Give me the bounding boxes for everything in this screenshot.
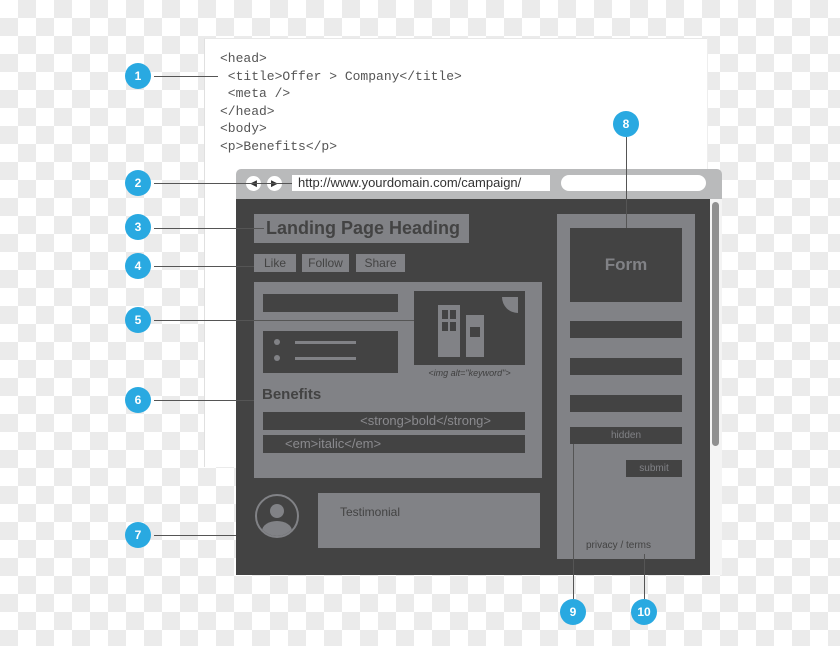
code-line: <head>	[220, 51, 267, 66]
privacy-terms-link[interactable]: privacy / terms	[586, 540, 651, 551]
leader-line-3	[154, 228, 264, 229]
avatar-icon	[255, 494, 299, 538]
bullet-icon	[274, 339, 280, 345]
submit-button[interactable]: submit	[626, 460, 682, 477]
code-line: <meta />	[220, 86, 291, 101]
bullet-line	[295, 357, 356, 360]
leader-line-8	[626, 137, 627, 228]
subheading-bar	[263, 294, 398, 312]
callout-10: 10	[631, 599, 657, 625]
landing-page-heading: Landing Page Heading	[254, 214, 469, 243]
leader-line-10	[644, 554, 645, 599]
like-button[interactable]: Like	[254, 254, 296, 272]
callout-6: 6	[125, 387, 151, 413]
leader-line-6	[154, 400, 254, 401]
code-line: <p>Benefits</p>	[220, 138, 338, 154]
follow-button[interactable]: Follow	[302, 254, 349, 272]
callout-5: 5	[125, 307, 151, 333]
em-text-bar: <em>italic</em>	[263, 435, 525, 453]
leader-line-1	[154, 76, 218, 77]
form-field-3[interactable]	[570, 395, 682, 412]
bullet-icon	[274, 355, 280, 361]
form-title: Form	[570, 228, 682, 302]
bullet-line	[295, 341, 356, 344]
callout-8: 8	[613, 111, 639, 137]
hero-image	[414, 291, 525, 365]
browser-search-box[interactable]	[561, 175, 706, 191]
image-alt-caption: <img alt="keyword">	[428, 368, 511, 378]
leader-line-5	[154, 320, 414, 321]
leader-line-9	[573, 444, 574, 599]
leader-line-7	[154, 535, 236, 536]
hidden-field: hidden	[570, 427, 682, 444]
bullet-list	[263, 331, 398, 373]
leader-line-4	[154, 266, 254, 267]
callout-4: 4	[125, 253, 151, 279]
form-field-2[interactable]	[570, 358, 682, 375]
callout-3: 3	[125, 214, 151, 240]
benefits-heading: Benefits	[262, 386, 322, 403]
code-line: </head>	[220, 103, 275, 119]
code-line: <title>Offer > Company</title>	[220, 68, 462, 84]
testimonial-box: Testimonial	[318, 493, 540, 548]
callout-2: 2	[125, 170, 151, 196]
strong-text-bar: <strong>bold</strong>	[263, 412, 525, 430]
building-icon	[438, 297, 518, 357]
callout-9: 9	[560, 599, 586, 625]
leader-line-2	[154, 183, 292, 184]
code-line: <body>	[220, 121, 267, 136]
callout-7: 7	[125, 522, 151, 548]
scrollbar-thumb[interactable]	[712, 202, 719, 446]
callout-1: 1	[125, 63, 151, 89]
form-field-1[interactable]	[570, 321, 682, 338]
code-snippet: <head> <title>Offer > Company</title> <m…	[220, 50, 462, 155]
url-bar[interactable]: http://www.yourdomain.com/campaign/	[292, 175, 550, 191]
share-button[interactable]: Share	[356, 254, 405, 272]
